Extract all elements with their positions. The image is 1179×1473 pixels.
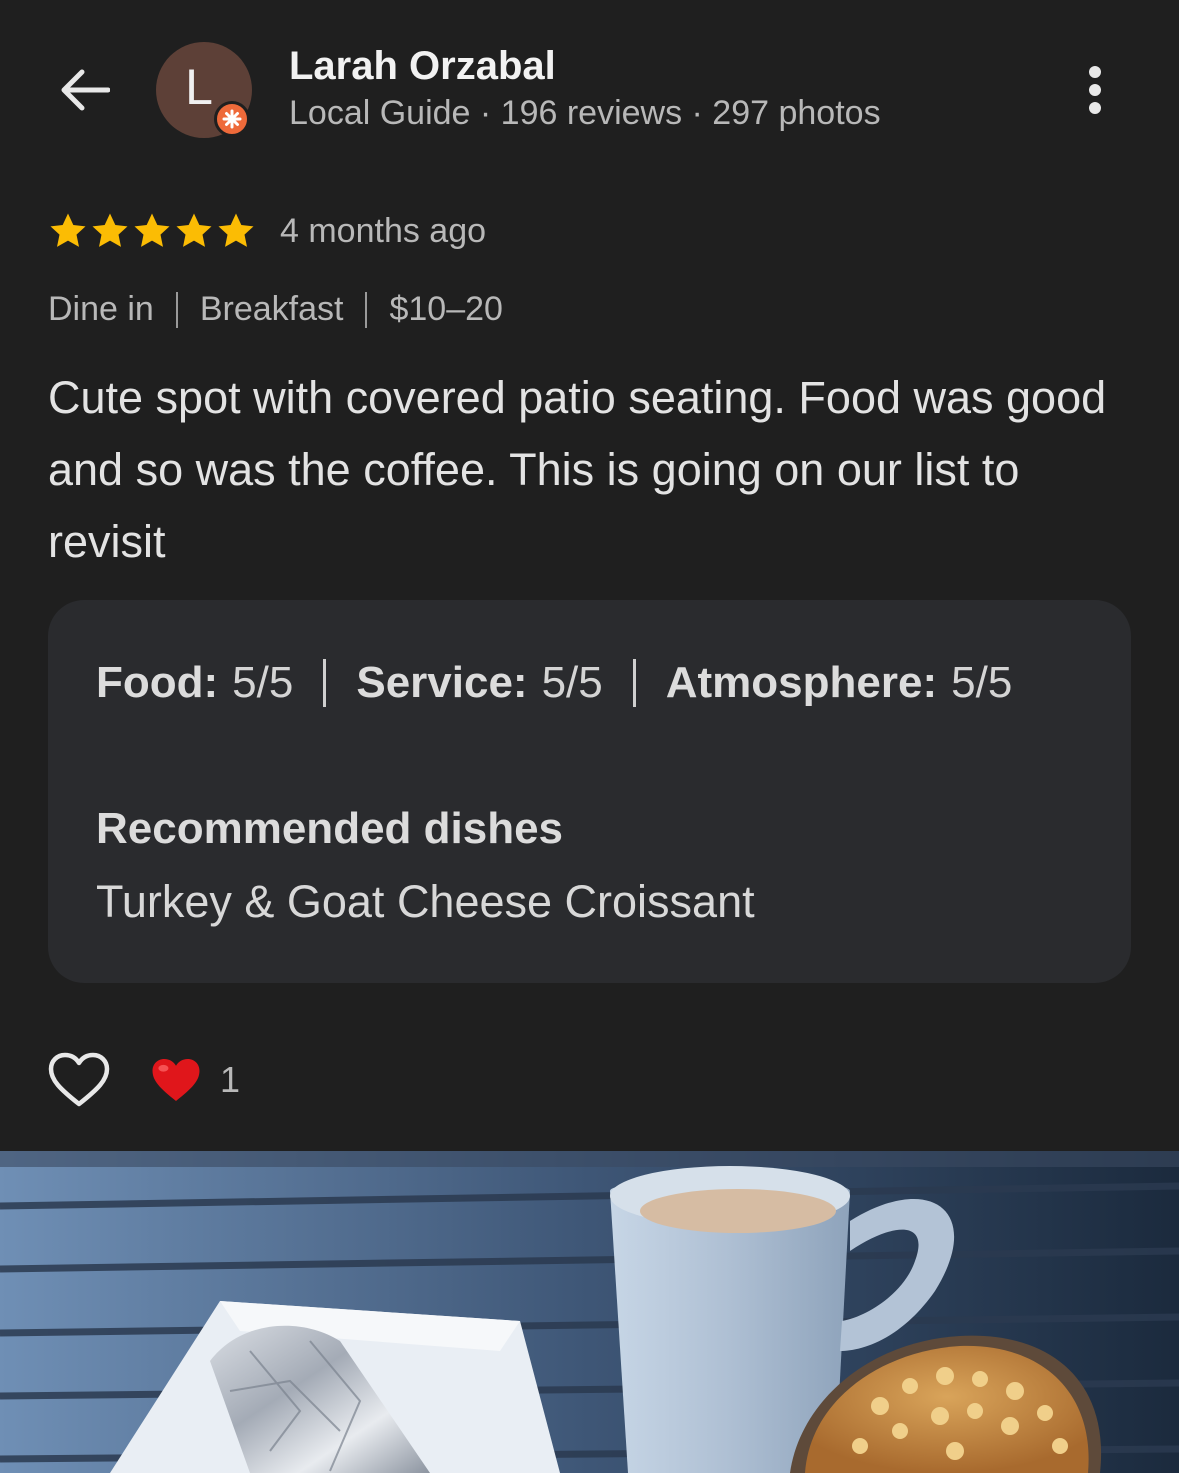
local-guide-badge-icon <box>214 101 250 137</box>
red-heart-icon <box>152 1059 200 1101</box>
recommended-dishes-title: Recommended dishes <box>96 804 564 853</box>
tag-dine-in: Dine in <box>48 290 154 328</box>
more-options-button[interactable] <box>1070 60 1120 120</box>
food-value: 5/5 <box>232 658 294 707</box>
user-name[interactable]: Larah Orzabal <box>289 44 556 89</box>
sub-ratings: Food: 5/5 Service: 5/5 Atmosphere: 5/5 <box>96 658 1012 708</box>
tag-meal-type: Breakfast <box>199 290 344 328</box>
service-value: 5/5 <box>541 658 603 707</box>
more-vert-icon <box>1089 66 1101 78</box>
rating-row: 4 months ago <box>48 208 486 254</box>
more-dot <box>1089 102 1101 114</box>
divider <box>323 659 327 707</box>
divider <box>365 291 368 328</box>
reaction-summary[interactable]: 1 <box>150 1056 240 1104</box>
tag-price: $10–20 <box>389 290 503 328</box>
back-button[interactable] <box>48 60 120 120</box>
star-icon <box>92 213 128 247</box>
back-arrow-icon <box>61 69 110 111</box>
food-label: Food: <box>96 658 219 707</box>
heart-outline-icon <box>48 1052 110 1107</box>
reaction-count: 1 <box>220 1059 241 1100</box>
atmosphere-value: 5/5 <box>951 658 1013 707</box>
atmosphere-label: Atmosphere: <box>665 658 938 707</box>
review-tags: Dine in Breakfast $10–20 <box>48 290 503 329</box>
divider <box>175 291 178 328</box>
user-meta: Local Guide · 196 reviews · 297 photos <box>289 94 881 132</box>
divider <box>632 659 636 707</box>
avatar-letter: L <box>185 59 213 115</box>
review-header: L Larah Orzabal Local Guide · 196 review… <box>0 0 1179 180</box>
service-label: Service: <box>356 658 528 707</box>
like-button[interactable] <box>48 1050 110 1110</box>
more-dot <box>1089 84 1101 96</box>
star-icon <box>218 213 254 247</box>
star-rating <box>48 211 256 251</box>
star-icon <box>50 213 86 247</box>
review-text: Cute spot with covered patio seating. Fo… <box>48 372 1107 567</box>
review-actions: 1 <box>48 1050 240 1110</box>
review-photo[interactable] <box>0 1151 1179 1473</box>
star-icon <box>134 213 170 247</box>
star-icon <box>176 213 212 247</box>
review-details-card: Food: 5/5 Service: 5/5 Atmosphere: 5/5 R… <box>48 600 1131 983</box>
recommended-dish: Turkey & Goat Cheese Croissant <box>96 876 755 927</box>
review-time: 4 months ago <box>280 211 487 250</box>
